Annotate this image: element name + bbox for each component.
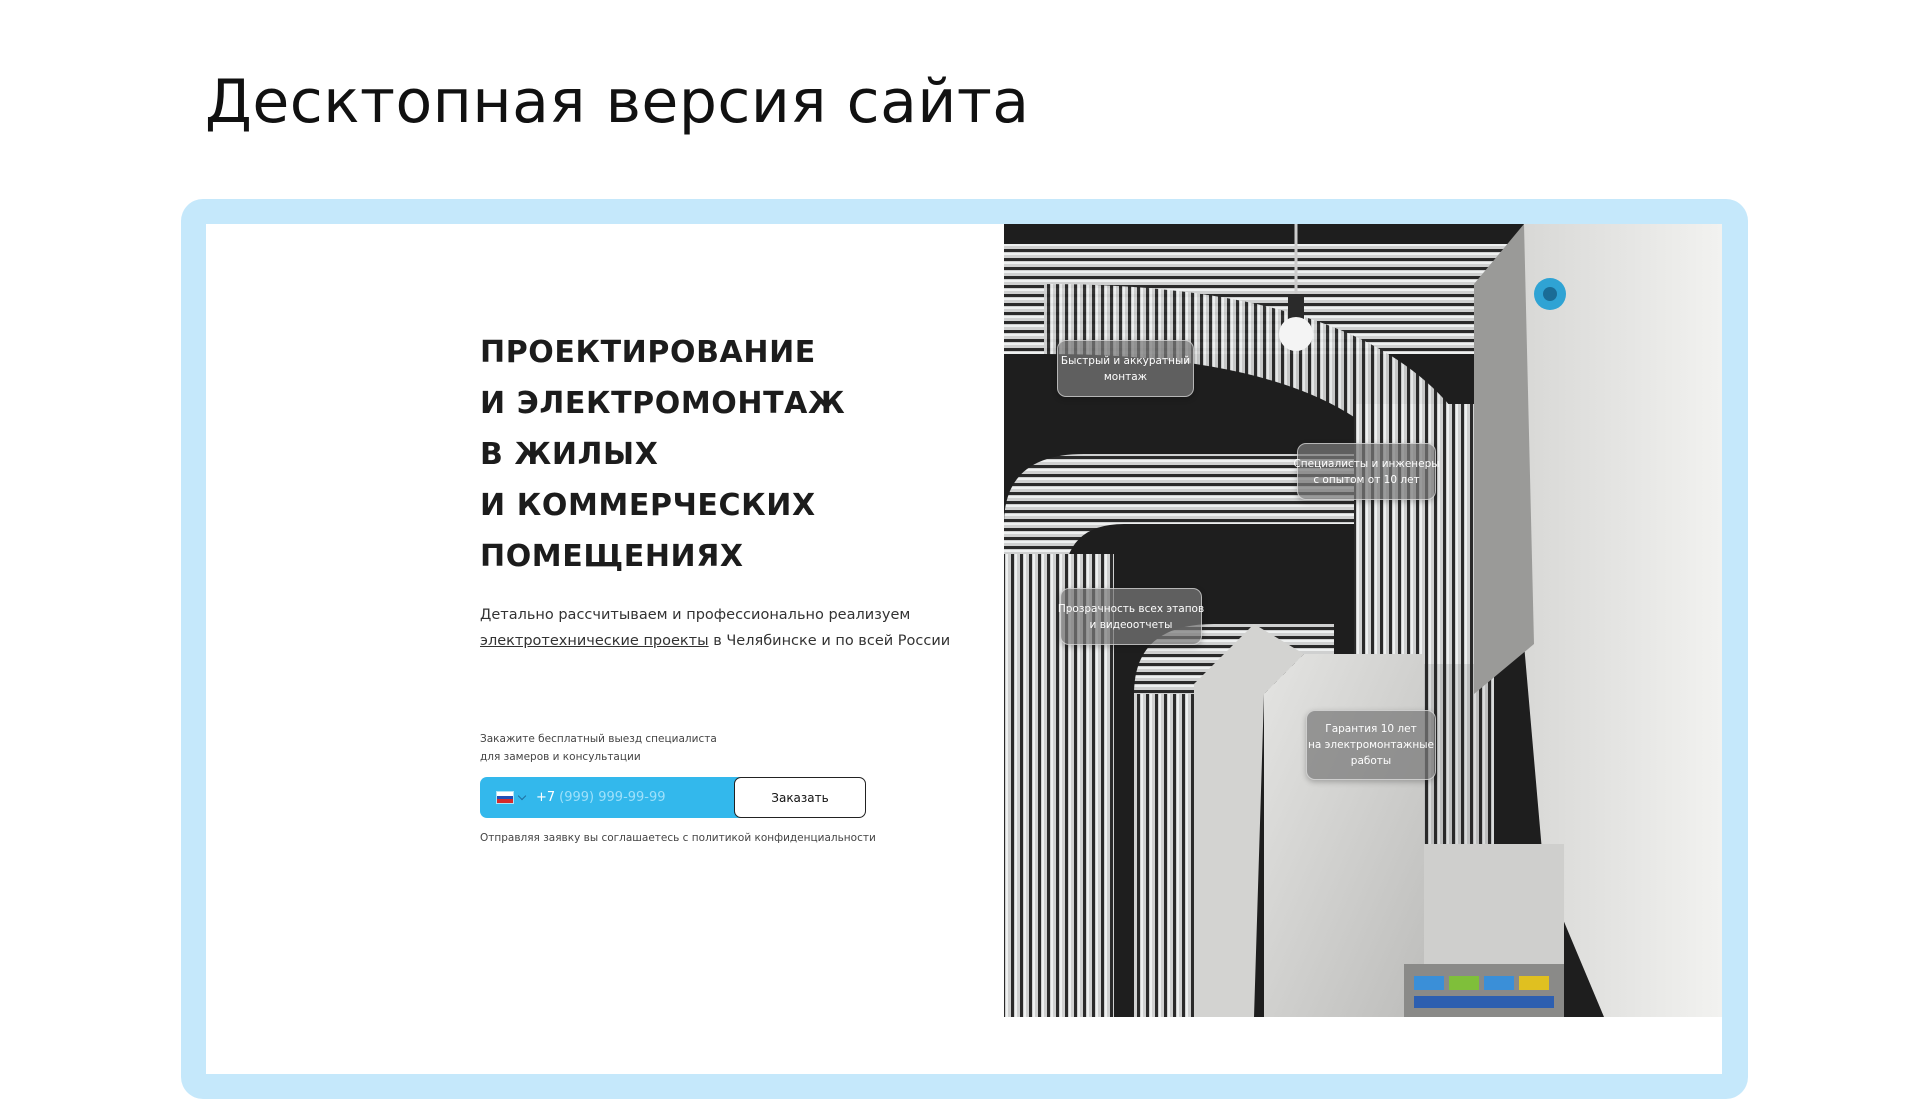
- russia-flag-icon[interactable]: [497, 792, 513, 804]
- feature-badge: Прозрачность всех этапов и видеоотчеты: [1057, 588, 1205, 645]
- feature-badge-line: Прозрачность всех этапов: [1057, 602, 1205, 615]
- projects-link[interactable]: электротехнические проекты: [480, 633, 709, 649]
- feature-badge-line: Быстрый и аккуратный: [1060, 354, 1191, 367]
- feature-badge: Специалисты и инженеры с опытом от 10 ле…: [1293, 443, 1440, 500]
- hero-photo-cable-ceiling: Быстрый и аккуратный монтаж Специалисты …: [1004, 224, 1722, 1017]
- headline-line: ПОМЕЩЕНИЯХ: [480, 539, 744, 574]
- form-caption: Закажите бесплатный выезд специалиста дл…: [480, 730, 717, 766]
- site-hero-section: ПРОЕКТИРОВАНИЕ И ЭЛЕКТРОМОНТАЖ В ЖИЛЫХ И…: [206, 224, 1722, 1074]
- feature-badge-line: Гарантия 10 лет: [1325, 723, 1417, 735]
- feature-badge-line: Специалисты и инженеры: [1293, 457, 1440, 470]
- order-form: +7 Заказать: [480, 777, 870, 818]
- feature-badge-line: на электромонтажные: [1308, 739, 1434, 751]
- subtitle-text: в Челябинске и по всей России: [708, 633, 951, 649]
- page-title: Десктопная версия сайта: [205, 67, 1030, 137]
- hero-subtitle: Детально рассчитываем и профессионально …: [480, 602, 960, 654]
- hero-headline: ПРОЕКТИРОВАНИЕ И ЭЛЕКТРОМОНТАЖ В ЖИЛЫХ И…: [480, 327, 980, 582]
- order-button[interactable]: Заказать: [734, 777, 866, 818]
- phone-input[interactable]: [559, 790, 740, 805]
- form-caption-line: Закажите бесплатный выезд специалиста: [480, 733, 717, 745]
- form-caption-line: для замеров и консультации: [480, 751, 641, 763]
- chevron-down-icon[interactable]: [517, 791, 527, 801]
- subtitle-line: электротехнические проекты в Челябинске …: [480, 628, 960, 654]
- headline-line: ПРОЕКТИРОВАНИЕ: [480, 335, 816, 370]
- feature-badge-line: работы: [1350, 755, 1392, 767]
- feature-badge-line: монтаж: [1103, 370, 1148, 383]
- privacy-policy-note: Отправляя заявку вы соглашаетесь с полит…: [480, 832, 876, 844]
- headline-line: И КОММЕРЧЕСКИХ: [480, 488, 816, 523]
- subtitle-line: Детально рассчитываем и профессионально …: [480, 607, 911, 623]
- feature-badge-line: и видеоотчеты: [1089, 618, 1173, 631]
- feature-badge: Гарантия 10 лет на электромонтажные рабо…: [1306, 710, 1436, 780]
- headline-line: И ЭЛЕКТРОМОНТАЖ: [480, 386, 846, 421]
- feature-badge: Быстрый и аккуратный монтаж: [1057, 340, 1194, 397]
- headline-line: В ЖИЛЫХ: [480, 437, 659, 472]
- phone-prefix: +7: [536, 790, 556, 805]
- feature-badge-line: с опытом от 10 лет: [1313, 473, 1420, 486]
- phone-field[interactable]: +7: [480, 777, 750, 818]
- hero-text-column: ПРОЕКТИРОВАНИЕ И ЭЛЕКТРОМОНТАЖ В ЖИЛЫХ И…: [206, 224, 1001, 1074]
